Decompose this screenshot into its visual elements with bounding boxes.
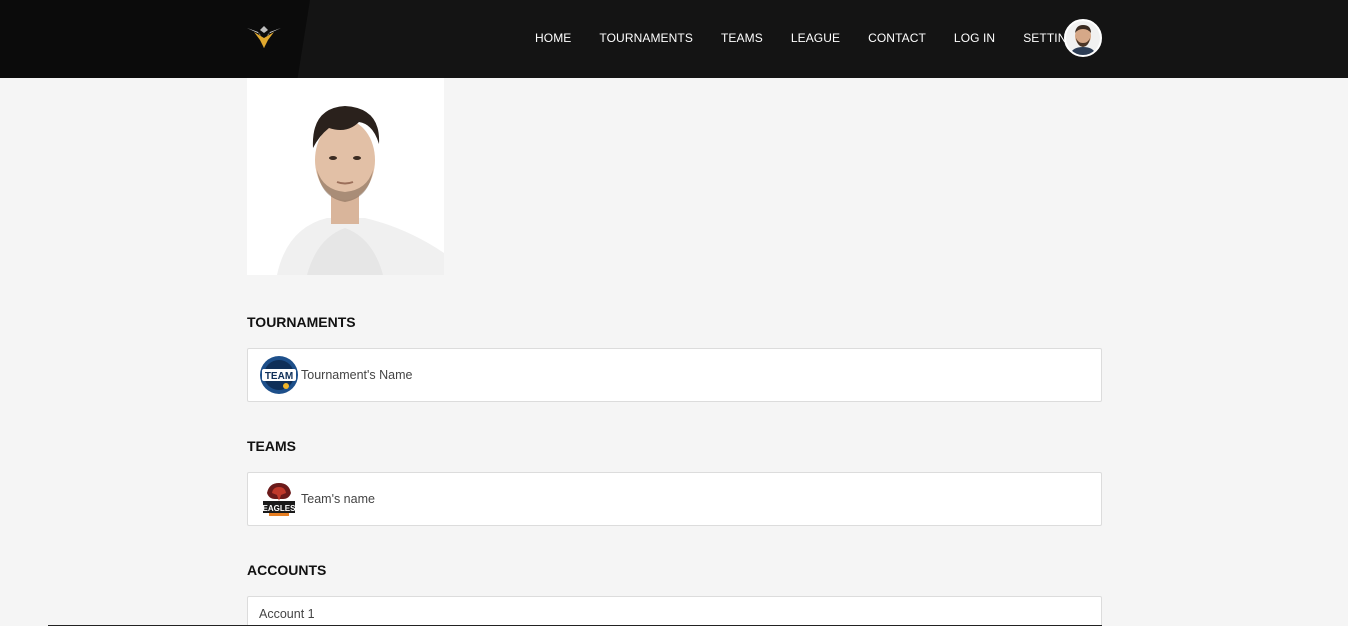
- team-badge-icon: TEAM: [259, 355, 299, 395]
- tournament-list-item[interactable]: TEAM Tournament's Name: [247, 348, 1102, 402]
- nav-tournaments[interactable]: TOURNAMENTS: [599, 31, 693, 45]
- teams-heading: TEAMS: [247, 438, 296, 454]
- nav-league[interactable]: LEAGUE: [791, 31, 840, 45]
- nav-login[interactable]: LOG IN: [954, 31, 995, 45]
- team-list-item[interactable]: EAGLES Team's name: [247, 472, 1102, 526]
- team-badge-text: EAGLES: [263, 504, 297, 513]
- site-header: HOME TOURNAMENTS TEAMS LEAGUE CONTACT LO…: [0, 0, 1348, 78]
- user-avatar[interactable]: [1064, 19, 1102, 57]
- account-name: Account 1: [259, 607, 315, 621]
- nav-teams[interactable]: TEAMS: [721, 31, 763, 45]
- profile-photo: [247, 78, 444, 275]
- brand-logo-icon[interactable]: [246, 24, 282, 52]
- nav-contact[interactable]: CONTACT: [868, 31, 926, 45]
- tournament-badge-text: TEAM: [265, 371, 293, 382]
- team-name: Team's name: [301, 492, 375, 506]
- account-list-item[interactable]: Account 1: [247, 596, 1102, 626]
- main-nav: HOME TOURNAMENTS TEAMS LEAGUE CONTACT LO…: [521, 0, 1100, 76]
- eagles-badge-icon: EAGLES: [259, 479, 299, 519]
- accounts-heading: ACCOUNTS: [247, 562, 327, 578]
- tournament-name: Tournament's Name: [301, 368, 413, 382]
- nav-home[interactable]: HOME: [535, 31, 571, 45]
- tournaments-heading: TOURNAMENTS: [247, 314, 356, 330]
